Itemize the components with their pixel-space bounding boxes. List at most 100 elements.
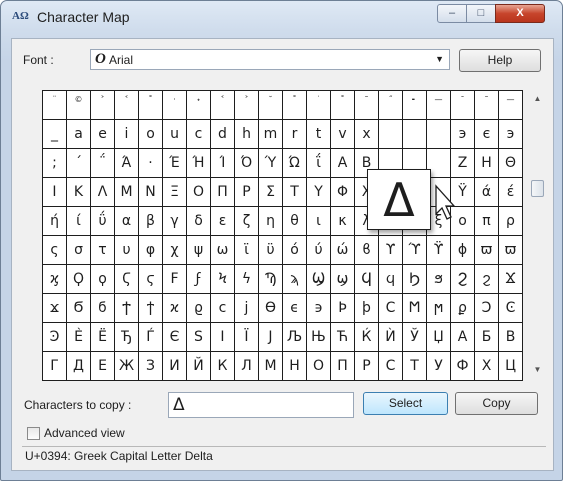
char-cell[interactable]: Ў	[403, 323, 427, 352]
char-cell[interactable]: ΐ	[307, 149, 331, 178]
char-cell[interactable]: Π	[211, 178, 235, 207]
char-cell[interactable]: υ	[115, 236, 139, 265]
char-cell[interactable]: d	[211, 120, 235, 149]
maximize-button[interactable]: □	[466, 4, 496, 23]
char-cell[interactable]: α	[115, 207, 139, 236]
char-cell[interactable]: Υ	[307, 178, 331, 207]
char-cell[interactable]: ˃	[235, 91, 259, 120]
char-cell[interactable]: ϲ	[211, 294, 235, 323]
char-cell[interactable]: δ	[187, 207, 211, 236]
char-cell[interactable]: _	[43, 120, 67, 149]
char-cell[interactable]: i	[115, 120, 139, 149]
char-cell[interactable]: О	[307, 352, 331, 381]
char-cell[interactable]: Ї	[235, 323, 259, 352]
char-cell[interactable]: Т	[403, 352, 427, 381]
char-cell[interactable]: ΰ	[91, 207, 115, 236]
char-cell[interactable]: Α	[331, 149, 355, 178]
char-cell[interactable]: m	[259, 120, 283, 149]
char-cell[interactable]: χ	[163, 236, 187, 265]
char-cell[interactable]: Н	[283, 352, 307, 381]
char-cell[interactable]: ΄	[67, 149, 91, 178]
char-cell[interactable]	[403, 120, 427, 149]
char-cell[interactable]: ϖ	[499, 236, 523, 265]
char-cell[interactable]: Є	[163, 323, 187, 352]
char-cell[interactable]: С	[379, 352, 403, 381]
char-cell[interactable]: —	[427, 91, 451, 120]
char-cell[interactable]: Ή	[187, 149, 211, 178]
char-cell[interactable]: Ѓ	[139, 323, 163, 352]
char-cell[interactable]: ώ	[331, 236, 355, 265]
char-cell[interactable]: ˜	[475, 91, 499, 120]
char-cell[interactable]: Ϙ	[67, 265, 91, 294]
char-cell[interactable]: Ϸ	[331, 294, 355, 323]
char-cell[interactable]: Λ	[91, 178, 115, 207]
char-cell[interactable]: є	[475, 120, 499, 149]
char-cell[interactable]: ˙	[307, 91, 331, 120]
select-button[interactable]: Select	[363, 392, 448, 415]
char-cell[interactable]: Ύ	[259, 149, 283, 178]
font-dropdown[interactable]: O Arial ▼	[90, 49, 450, 70]
char-cell[interactable]: Ό	[235, 149, 259, 178]
char-cell[interactable]: И	[163, 352, 187, 381]
char-cell[interactable]: М	[259, 352, 283, 381]
char-cell[interactable]: Ϩ	[451, 265, 475, 294]
char-cell[interactable]: ϗ	[43, 265, 67, 294]
char-cell[interactable]: ψ	[187, 236, 211, 265]
char-cell[interactable]: Ώ	[283, 149, 307, 178]
char-cell[interactable]: ϡ	[283, 265, 307, 294]
char-cell[interactable]: ˖	[187, 91, 211, 120]
char-cell[interactable]: ϐ	[355, 236, 379, 265]
char-cell[interactable]: ι	[307, 207, 331, 236]
char-cell[interactable]: β	[139, 207, 163, 236]
char-cell[interactable]: Ѕ	[187, 323, 211, 352]
char-cell[interactable]: u	[163, 120, 187, 149]
char-cell[interactable]: Ϻ	[403, 294, 427, 323]
scroll-thumb[interactable]	[531, 180, 544, 197]
char-cell[interactable]: ˃	[91, 91, 115, 120]
char-cell[interactable]: Ά	[115, 149, 139, 178]
char-cell[interactable]: Џ	[427, 323, 451, 352]
char-cell[interactable]: γ	[163, 207, 187, 236]
char-cell[interactable]: ˂	[115, 91, 139, 120]
char-cell[interactable]: Ͻ	[475, 294, 499, 323]
char-cell[interactable]: o	[139, 120, 163, 149]
char-cell[interactable]: ˝	[379, 91, 403, 120]
char-cell[interactable]: ϧ	[427, 265, 451, 294]
char-cell[interactable]: ϥ	[379, 265, 403, 294]
char-cell[interactable]: ©	[67, 91, 91, 120]
char-cell[interactable]: Г	[43, 352, 67, 381]
copy-button[interactable]: Copy	[455, 392, 538, 415]
char-cell[interactable]: ϒ	[379, 236, 403, 265]
char-cell[interactable]: ˘	[259, 91, 283, 120]
char-cell[interactable]: ϔ	[427, 236, 451, 265]
char-cell[interactable]: Ћ	[331, 323, 355, 352]
char-cell[interactable]: Ϯ	[115, 294, 139, 323]
char-cell[interactable]: І	[211, 323, 235, 352]
help-button[interactable]: Help	[459, 49, 541, 72]
char-cell[interactable]: ¨	[43, 91, 67, 120]
char-cell[interactable]: ϟ	[235, 265, 259, 294]
char-cell[interactable]: Ж	[115, 352, 139, 381]
char-cell[interactable]: Ё	[91, 323, 115, 352]
char-cell[interactable]: ϖ	[475, 236, 499, 265]
char-cell[interactable]: ϴ	[259, 294, 283, 323]
char-cell[interactable]	[427, 120, 451, 149]
char-cell[interactable]	[379, 120, 403, 149]
char-cell[interactable]: ή	[43, 207, 67, 236]
char-cell[interactable]: Ϝ	[163, 265, 187, 294]
char-cell[interactable]: Ϛ	[115, 265, 139, 294]
char-cell[interactable]: ί	[67, 207, 91, 236]
char-cell[interactable]: φ	[139, 236, 163, 265]
char-cell[interactable]: ϝ	[187, 265, 211, 294]
char-cell[interactable]: ς	[43, 236, 67, 265]
char-cell[interactable]: ϫ	[43, 294, 67, 323]
char-cell[interactable]: Μ	[115, 178, 139, 207]
char-cell[interactable]: Η	[475, 149, 499, 178]
char-cell[interactable]: Ί	[211, 149, 235, 178]
char-cell[interactable]: ϓ	[403, 236, 427, 265]
char-cell[interactable]: ˜	[355, 91, 379, 120]
char-cell[interactable]: π	[475, 207, 499, 236]
char-cell[interactable]: ϻ	[427, 294, 451, 323]
char-cell[interactable]: Σ	[259, 178, 283, 207]
char-cell[interactable]: c	[187, 120, 211, 149]
